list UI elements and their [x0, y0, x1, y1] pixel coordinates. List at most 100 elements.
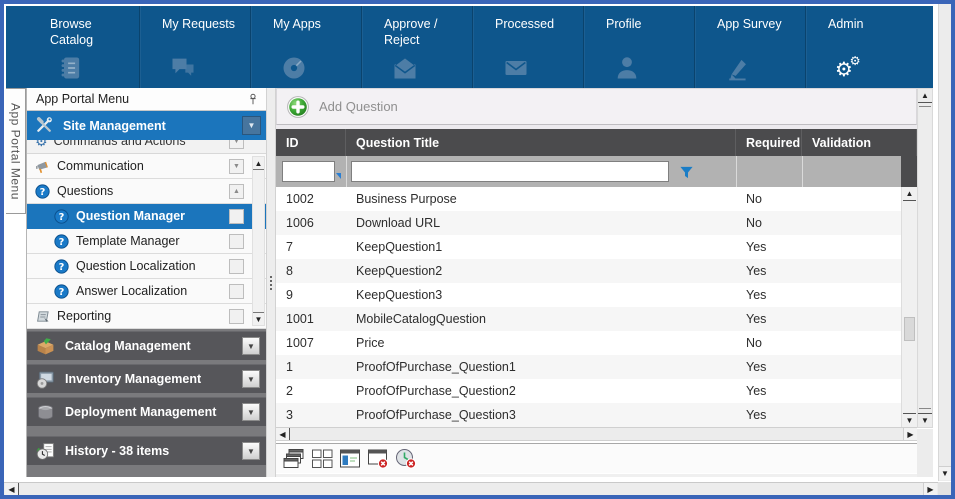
sidebar-item-reporting[interactable]: Reporting: [27, 304, 266, 329]
column-header-id[interactable]: ID: [276, 129, 346, 156]
group-expand-button[interactable]: ▼: [242, 403, 260, 421]
cell-title: KeepQuestion2: [346, 259, 736, 283]
app-portal-menu-tab-label: App Portal Menu: [9, 103, 23, 200]
grid-scroll-up-button[interactable]: ▲: [903, 187, 916, 201]
app-portal-menu-tab[interactable]: App Portal Menu: [6, 88, 26, 214]
grid-toolbar: Add Question: [276, 88, 917, 125]
sidebar-group-catalog-management[interactable]: Catalog Management ▼: [27, 331, 266, 360]
tree-item-expander-button[interactable]: ▼: [229, 159, 244, 174]
grid-row[interactable]: 1 ProofOfPurchase_Question1 Yes: [276, 355, 901, 379]
commands-expander-button[interactable]: ▼: [229, 140, 244, 149]
cell-id: 9: [276, 283, 346, 307]
sidebar-item-template-manager[interactable]: Template Manager: [27, 229, 266, 254]
tree-item-expander-button[interactable]: [229, 309, 244, 324]
sidebar-item-commands-and-actions-clipped[interactable]: ⚙ Commands and Actions ▼: [27, 140, 266, 154]
group-expand-button[interactable]: ▼: [242, 442, 260, 460]
cell-required: Yes: [736, 235, 802, 259]
grid-row[interactable]: 3 ProofOfPurchase_Question3 Yes: [276, 403, 901, 427]
cell-title: ProofOfPurchase_Question3: [346, 403, 736, 427]
tree-item-expander-button[interactable]: [229, 284, 244, 299]
site-management-collapse-button[interactable]: ▼: [242, 116, 261, 135]
sidebar-item-question-manager[interactable]: Question Manager: [27, 204, 266, 229]
nav-item-approve-reject[interactable]: Approve / Reject: [361, 6, 472, 88]
cell-required: Yes: [736, 259, 802, 283]
grid-row[interactable]: 1006 Download URL No: [276, 211, 901, 235]
sidebar-item-site-management[interactable]: Site Management ▼: [27, 111, 266, 140]
grid-scroll-thumb[interactable]: [904, 317, 915, 341]
tree-scroll-down-button[interactable]: ▼: [253, 312, 264, 325]
content-scroll-down-button[interactable]: ▼: [918, 413, 932, 427]
sidebar-splitter[interactable]: [266, 88, 276, 477]
tree-scroll-up-button[interactable]: ▲: [253, 157, 264, 170]
page-horizontal-scrollbar[interactable]: ◀ ▶: [4, 482, 938, 495]
nav-item-my-requests[interactable]: My Requests: [139, 6, 250, 88]
tree-item-expander-button[interactable]: ▲: [229, 184, 244, 199]
content-vertical-scrollbar[interactable]: ▲ ▼: [917, 88, 933, 428]
nav-item-my-apps[interactable]: My Apps: [250, 6, 361, 88]
tree-item-expander-button[interactable]: [229, 259, 244, 274]
tile-windows-icon[interactable]: [309, 447, 335, 471]
tree-item-expander-button[interactable]: [229, 234, 244, 249]
grid-row[interactable]: 9 KeepQuestion3 Yes: [276, 283, 901, 307]
column-header-title[interactable]: Question Title: [346, 129, 736, 156]
column-header-required[interactable]: Required: [736, 129, 802, 156]
clear-history-icon[interactable]: [393, 447, 419, 471]
nav-item-admin[interactable]: Admin: [805, 6, 916, 88]
nav-item-label: Admin: [806, 6, 916, 32]
add-question-button[interactable]: Add Question: [287, 96, 398, 118]
cascade-windows-icon[interactable]: [281, 447, 307, 471]
scrollbar-corner: [938, 482, 951, 495]
grid-row[interactable]: 8 KeepQuestion2 Yes: [276, 259, 901, 283]
cell-validation: [802, 211, 901, 235]
grid-scroll-right-button[interactable]: ▶: [903, 428, 917, 440]
cell-title: KeepQuestion3: [346, 283, 736, 307]
sidebar-item-questions[interactable]: Questions ▲: [27, 179, 266, 204]
grid-horizontal-scrollbar[interactable]: ◀ ▶: [276, 427, 917, 441]
grid-vertical-scrollbar[interactable]: ▲ ▼: [901, 187, 917, 427]
content-scroll-thumb[interactable]: [919, 106, 931, 409]
page-scroll-right-button[interactable]: ▶: [923, 483, 937, 495]
page-vertical-scrollbar[interactable]: ▼: [938, 4, 951, 481]
nav-item-browse-catalog[interactable]: Browse Catalog: [28, 6, 139, 88]
grid-row[interactable]: 2 ProofOfPurchase_Question2 Yes: [276, 379, 901, 403]
page-scroll-down-button[interactable]: ▼: [939, 466, 951, 480]
grid-row[interactable]: 1002 Business Purpose No: [276, 187, 901, 211]
grid-row[interactable]: 1001 MobileCatalogQuestion Yes: [276, 307, 901, 331]
sidebar-item-question-localization[interactable]: Question Localization: [27, 254, 266, 279]
tree-item-expander-button[interactable]: [229, 209, 244, 224]
sidebar-group-history-38-items[interactable]: History - 38 items ▼: [27, 436, 266, 465]
funnel-icon[interactable]: [679, 164, 694, 180]
tree-item-label: Question Manager: [76, 209, 229, 223]
title-filter-input[interactable]: [351, 161, 669, 182]
site-management-label: Site Management: [63, 119, 242, 133]
tree-scrollbar[interactable]: ▲ ▼: [252, 156, 265, 326]
nav-item-label: Approve / Reject: [362, 6, 472, 49]
group-expand-button[interactable]: ▼: [242, 370, 260, 388]
app-portal-window: Browse Catalog My Requests My Apps Appro…: [0, 0, 955, 499]
column-header-validation[interactable]: Validation: [802, 129, 917, 156]
id-filter-input[interactable]: [282, 161, 335, 182]
page-scroll-left-button[interactable]: ◀: [5, 483, 19, 495]
nav-item-profile[interactable]: Profile: [583, 6, 694, 88]
cell-required: Yes: [736, 355, 802, 379]
close-window-icon[interactable]: [365, 447, 391, 471]
nav-item-app-survey[interactable]: App Survey: [694, 6, 805, 88]
cell-id: 8: [276, 259, 346, 283]
sidebar-group-deployment-management[interactable]: Deployment Management ▼: [27, 397, 266, 426]
sidebar-item-answer-localization[interactable]: Answer Localization: [27, 279, 266, 304]
sidebar-group-inventory-management[interactable]: Inventory Management ▼: [27, 364, 266, 393]
group-expand-button[interactable]: ▼: [242, 337, 260, 355]
history-icon: [35, 441, 56, 462]
window-panel-icon[interactable]: [337, 447, 363, 471]
cell-validation: [802, 187, 901, 211]
content-scroll-up-button[interactable]: ▲: [918, 89, 932, 103]
filter-menu-arrow-icon[interactable]: [336, 173, 341, 179]
sidebar-item-communication[interactable]: Communication ▼: [27, 154, 266, 179]
grid-scroll-down-button[interactable]: ▼: [903, 413, 916, 427]
nav-item-processed[interactable]: Processed: [472, 6, 583, 88]
grid-row[interactable]: 7 KeepQuestion1 Yes: [276, 235, 901, 259]
grid-row[interactable]: 1007 Price No: [276, 331, 901, 355]
pin-icon[interactable]: [246, 92, 260, 106]
grid-scroll-left-button[interactable]: ◀: [276, 428, 290, 440]
tree-item-label: Communication: [57, 159, 229, 173]
